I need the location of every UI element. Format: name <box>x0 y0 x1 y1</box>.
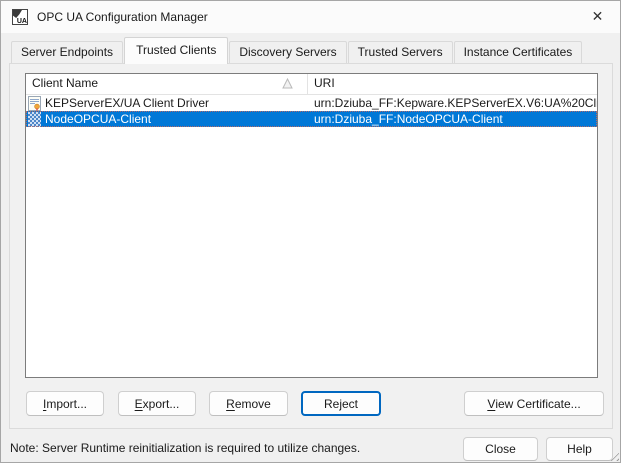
trusted-clients-list: Client Name URI KEPServerEX/UA Client Dr… <box>25 73 598 378</box>
export-button[interactable]: Export... <box>118 391 196 416</box>
client-name: NodeOPCUA-Client <box>45 112 152 126</box>
close-window-button[interactable]: ✕ <box>575 1 620 32</box>
close-icon: ✕ <box>591 8 604 24</box>
app-icon-ua-text: UA <box>16 18 27 25</box>
column-header-uri[interactable]: URI <box>308 74 597 94</box>
close-button[interactable]: Close <box>463 437 538 461</box>
table-row-selected[interactable]: NodeOPCUA-Client urn:Dziuba_FF:NodeOPCUA… <box>26 111 597 127</box>
runtime-note-text: Note: Server Runtime reinitialization is… <box>10 441 361 455</box>
certificate-selected-icon <box>28 111 41 127</box>
tab-trusted-servers[interactable]: Trusted Servers <box>347 41 453 63</box>
remove-button[interactable]: Remove <box>209 391 288 416</box>
client-name: KEPServerEX/UA Client Driver <box>45 96 210 110</box>
tab-strip: Server Endpoints Trusted Clients Discove… <box>11 37 583 64</box>
tab-server-endpoints[interactable]: Server Endpoints <box>11 41 124 63</box>
opc-ua-configuration-manager-dialog: UA OPC UA Configuration Manager ✕ Server… <box>0 0 621 463</box>
certificate-icon <box>28 95 41 111</box>
view-certificate-button[interactable]: View Certificate... <box>464 391 604 416</box>
table-row[interactable]: KEPServerEX/UA Client Driver urn:Dziuba_… <box>26 95 597 111</box>
tab-trusted-clients[interactable]: Trusted Clients <box>124 37 229 64</box>
sort-ascending-icon <box>282 78 293 89</box>
reject-button[interactable]: Reject <box>301 391 381 416</box>
titlebar: UA OPC UA Configuration Manager ✕ <box>1 1 620 33</box>
import-button[interactable]: Import... <box>26 391 104 416</box>
window-title: OPC UA Configuration Manager <box>37 10 208 24</box>
help-button[interactable]: Help <box>546 437 613 461</box>
app-icon-figure <box>13 10 22 18</box>
client-uri: urn:Dziuba_FF:Kepware.KEPServerEX.V6:UA%… <box>314 96 597 110</box>
column-header-client-name[interactable]: Client Name <box>26 74 308 94</box>
tab-instance-certificates[interactable]: Instance Certificates <box>453 41 583 63</box>
app-icon: UA <box>12 9 28 25</box>
client-uri: urn:Dziuba_FF:NodeOPCUA-Client <box>314 112 503 126</box>
tab-discovery-servers[interactable]: Discovery Servers <box>229 41 347 63</box>
list-header: Client Name URI <box>26 74 597 95</box>
